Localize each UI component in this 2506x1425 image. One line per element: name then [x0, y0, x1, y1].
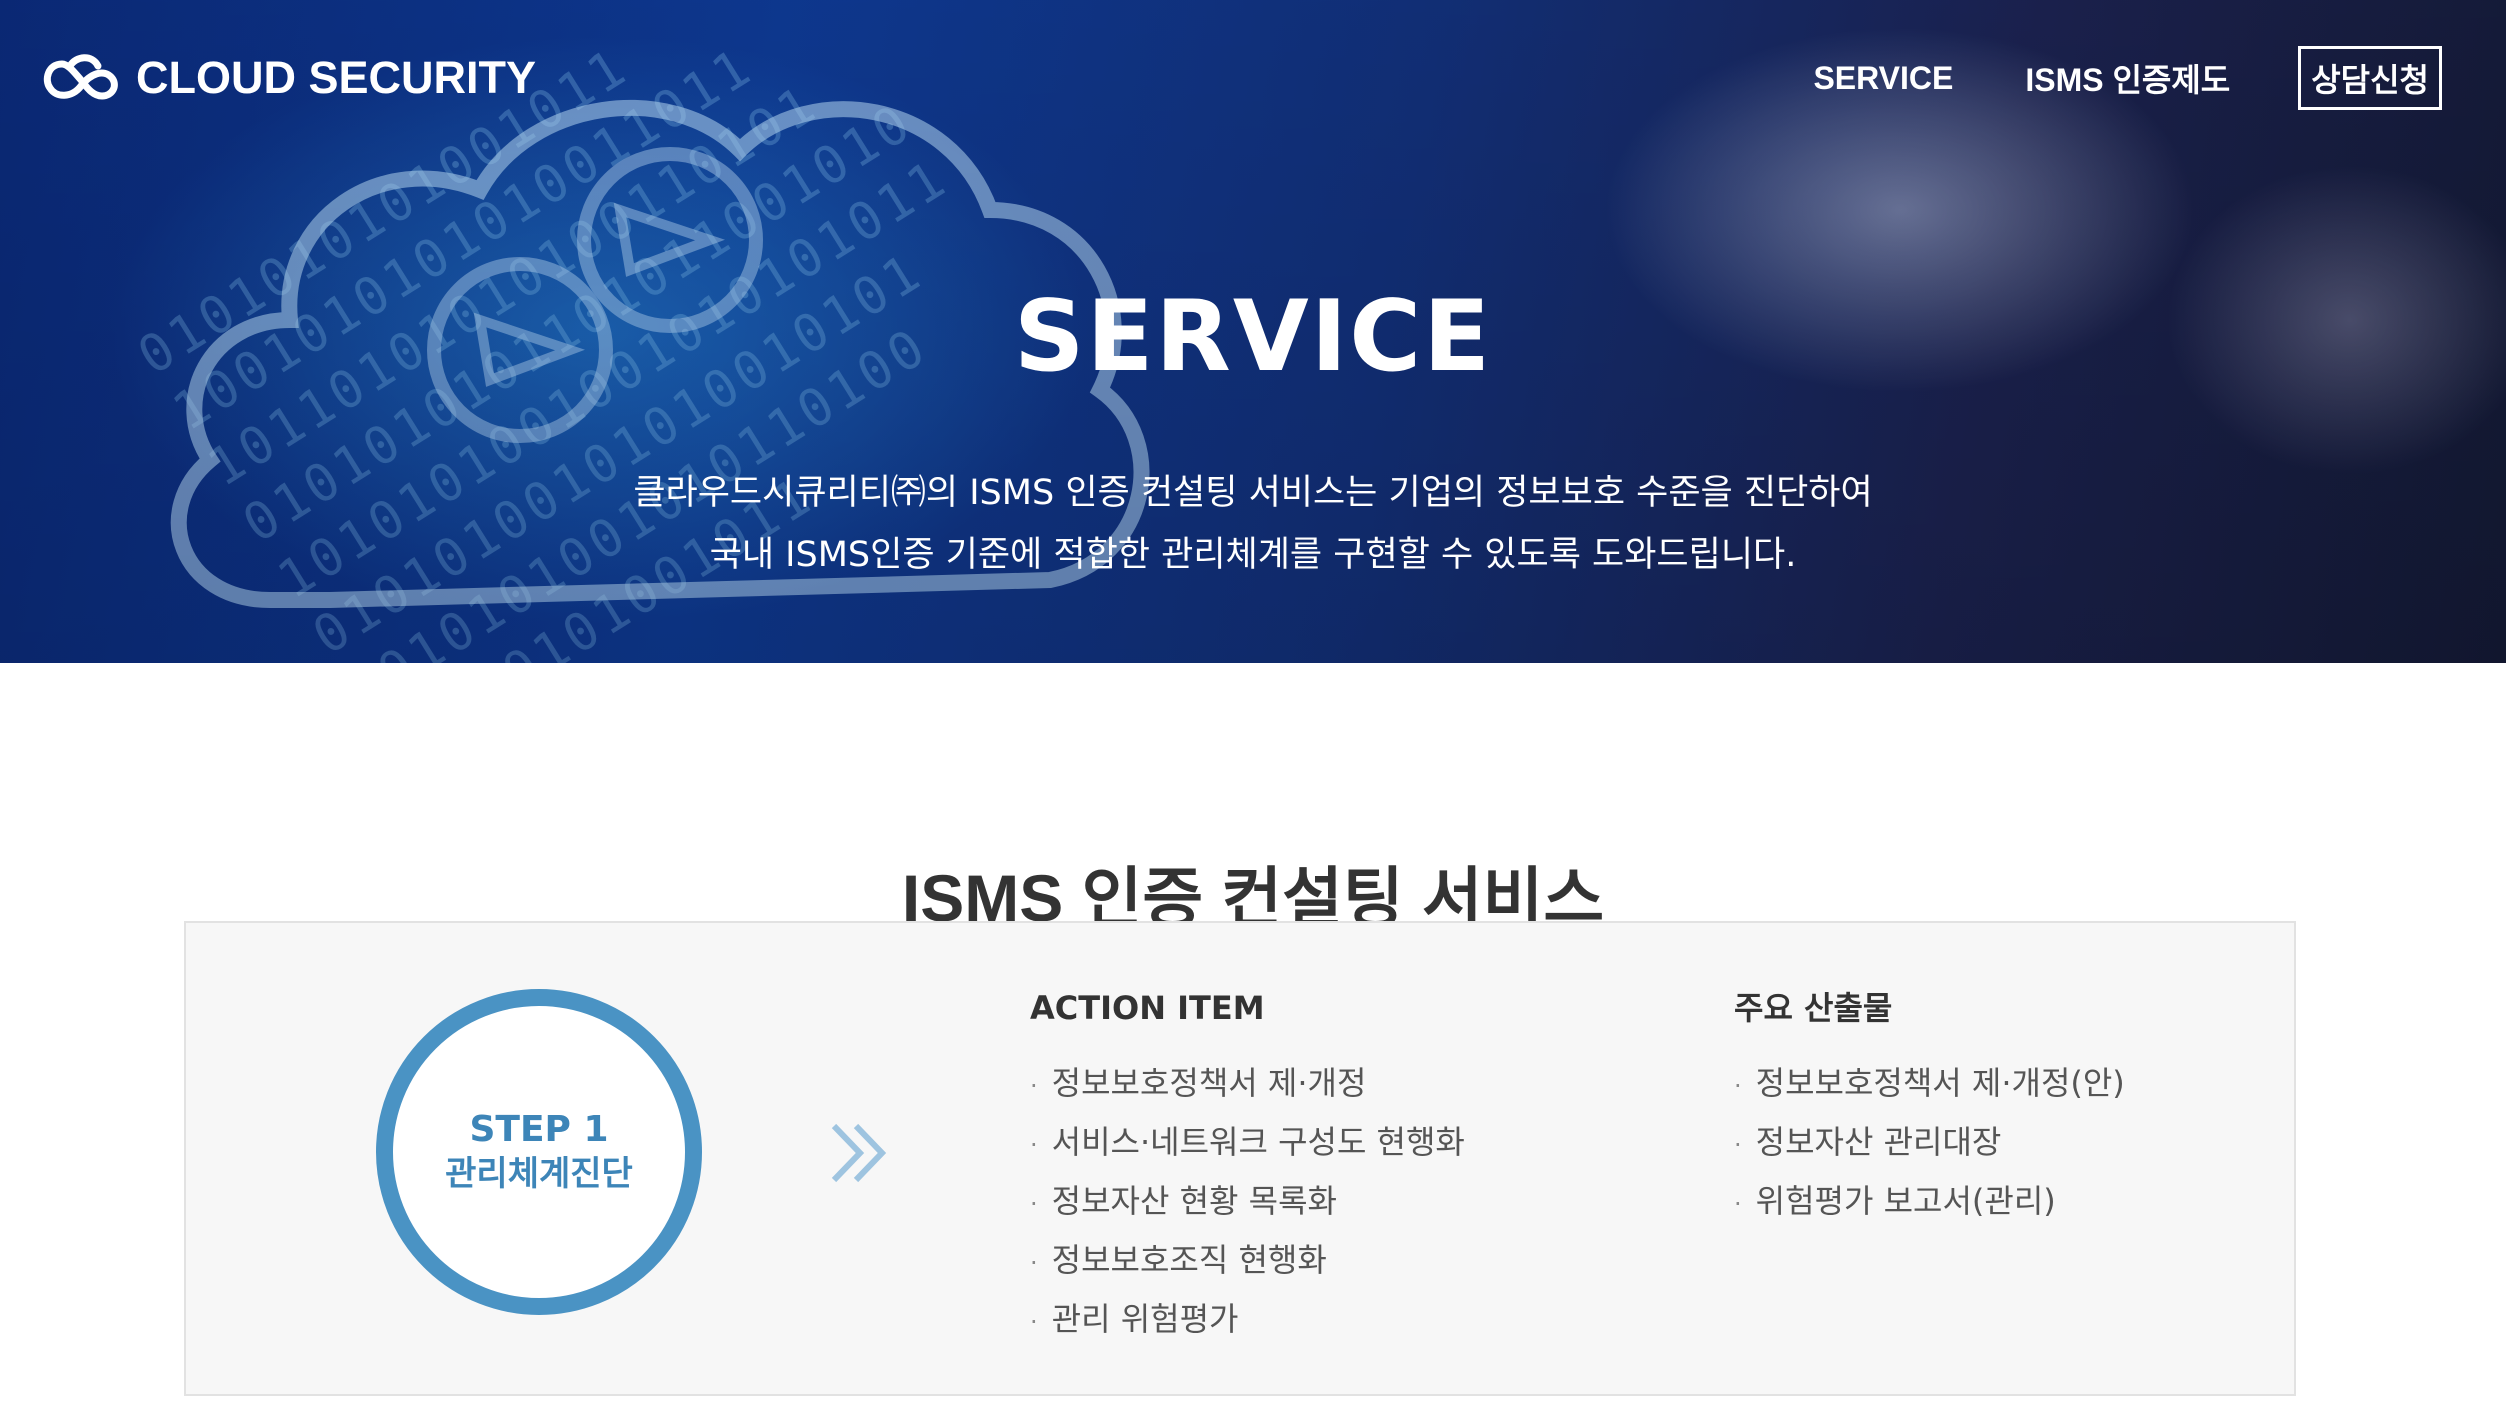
nav-isms-certification[interactable]: ISMS 인증제도	[2025, 55, 2230, 101]
outputs-column: 주요 산출물 · 정보보호정책서 제·개정(안) · 정보자산 관리대장 · 위험평가…	[1734, 983, 2125, 1232]
step-name: 관리체계진단	[445, 1154, 633, 1194]
cloud-infinity-icon	[43, 54, 118, 100]
list-item: · 정보자산 관리대장	[1734, 1123, 2002, 1161]
action-item-heading: ACTION ITEM	[1030, 989, 1265, 1027]
hero-description-line-1: 클라우드시큐리티㈜의 ISMS 인증 컨설팅 서비스는 기업의 정보보호 수준을…	[633, 473, 1873, 513]
list-item: · 정보보호정책서 제·개정	[1030, 1064, 1367, 1102]
logo-text: CLOUD SECURITY	[136, 52, 537, 103]
main-nav: SERVICE ISMS 인증제도 상담신청	[1741, 46, 2442, 110]
list-item: · 정보자산 현황 목록화	[1030, 1182, 1337, 1220]
nav-service[interactable]: SERVICE	[1813, 60, 1953, 97]
hero-description-line-2: 국내 ISMS인증 기준에 적합한 관리체계를 구현할 수 있도록 도와드립니다…	[709, 535, 1797, 575]
list-item: · 서비스·네트워크 구성도 현행화	[1030, 1123, 1465, 1161]
action-item-column: ACTION ITEM · 정보보호정책서 제·개정 · 서비스·네트워크 구성도 …	[1030, 983, 1465, 1350]
hero-banner: 0101010101001011 1001010101010011011 101…	[0, 0, 2506, 663]
list-item: · 정보보호정책서 제·개정(안)	[1734, 1064, 2125, 1102]
list-item: · 관리 위험평가	[1030, 1300, 1239, 1338]
step-circle: STEP 1 관리체계진단	[376, 989, 702, 1315]
hero-description: 클라우드시큐리티㈜의 ISMS 인증 컨설팅 서비스는 기업의 정보보호 수준을…	[0, 462, 2506, 586]
outputs-list: · 정보보호정책서 제·개정(안) · 정보자산 관리대장 · 위험평가 보고서(관리…	[1734, 1055, 2125, 1232]
action-item-list: · 정보보호정책서 제·개정 · 서비스·네트워크 구성도 현행화 · 정보자산 현황…	[1030, 1055, 1465, 1350]
nav-consultation-button[interactable]: 상담신청	[2298, 46, 2442, 110]
logo[interactable]: CLOUD SECURITY	[40, 50, 536, 106]
hero-title: SERVICE	[1013, 280, 1493, 394]
step-number: STEP 1	[469, 1109, 609, 1150]
double-chevron-right-icon	[831, 1123, 887, 1183]
list-item: · 위험평가 보고서(관리)	[1734, 1182, 2056, 1220]
step-panel: STEP 1 관리체계진단 ACTION ITEM · 정보보호정책서 제·개정 …	[184, 921, 2296, 1396]
list-item: · 정보보호조직 현행화	[1030, 1241, 1327, 1279]
outputs-heading: 주요 산출물	[1734, 989, 1893, 1027]
